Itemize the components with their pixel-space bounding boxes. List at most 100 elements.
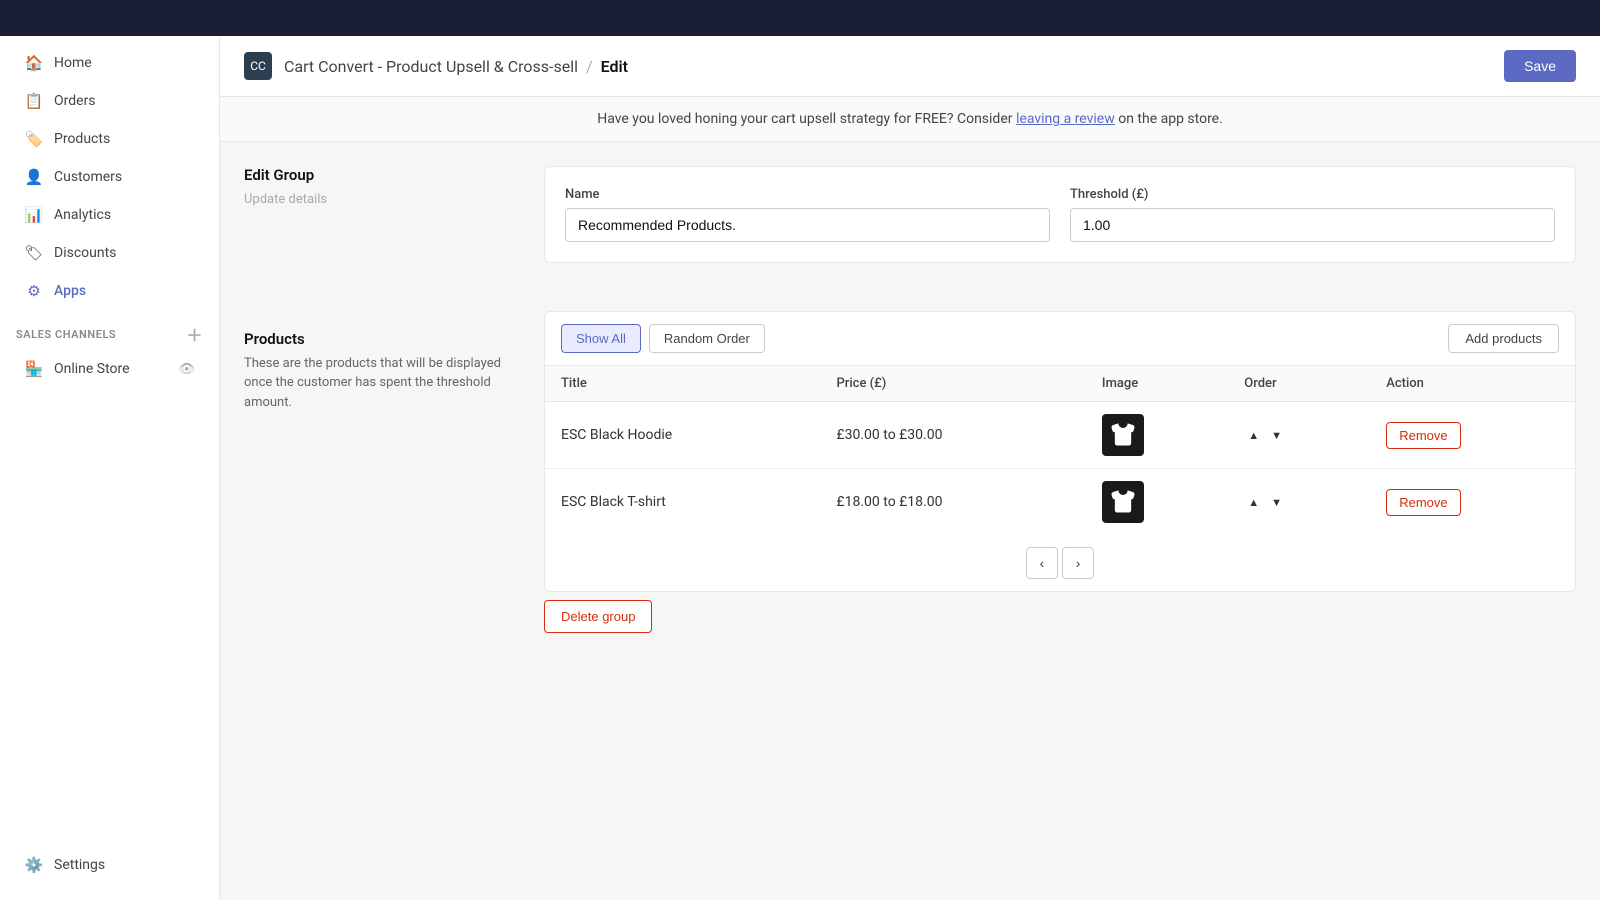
breadcrumb: CC Cart Convert - Product Upsell & Cross… [244,52,628,80]
name-field-group: Name [565,187,1050,242]
edit-group-left: Edit Group Update details [244,166,504,210]
products-table: Title Price (£) Image Order Action ESC B… [545,366,1575,535]
random-order-button[interactable]: Random Order [649,324,765,353]
sidebar-item-apps[interactable]: ⚙ Apps [8,273,211,309]
sidebar-item-label: Apps [54,283,86,299]
top-bar [0,0,1600,36]
next-page-button[interactable]: › [1062,547,1094,579]
product-title-2: ESC Black T-shirt [545,469,820,536]
products-icon: 🏷️ [24,129,44,149]
sidebar-bottom: ⚙️ Settings [0,846,219,892]
form-row: Name Threshold (£) [565,187,1555,242]
col-order: Order [1228,366,1370,402]
remove-button-1[interactable]: Remove [1386,422,1460,449]
order-arrows-1: ▲ ▼ [1244,427,1354,444]
arrow-down-2[interactable]: ▼ [1267,494,1286,511]
col-image: Image [1086,366,1228,402]
add-products-button[interactable]: Add products [1448,324,1559,353]
sidebar-item-customers[interactable]: 👤 Customers [8,159,211,195]
product-action-2: Remove [1370,469,1575,536]
product-price-1: £30.00 to £30.00 [820,402,1085,469]
breadcrumb-current: Edit [601,57,628,76]
col-price: Price (£) [820,366,1085,402]
product-image-1 [1086,402,1228,469]
sidebar-item-label: Products [54,131,110,147]
app-icon: CC [244,52,272,80]
product-image-thumb-1 [1102,414,1144,456]
table-row: ESC Black T-shirt £18.00 to £18.00 [545,469,1575,536]
sidebar-item-label: Analytics [54,207,111,223]
product-order-1: ▲ ▼ [1228,402,1370,469]
prev-page-button[interactable]: ‹ [1026,547,1058,579]
banner-review-link[interactable]: leaving a review [1016,111,1115,127]
name-label: Name [565,187,1050,202]
banner: Have you loved honing your cart upsell s… [220,97,1600,142]
sidebar-item-settings[interactable]: ⚙️ Settings [8,847,211,883]
delete-group-button[interactable]: Delete group [544,600,652,633]
products-left: Products These are the products that wil… [244,270,504,413]
pagination: ‹ › [545,535,1575,591]
threshold-input[interactable] [1070,208,1555,242]
remove-button-2[interactable]: Remove [1386,489,1460,516]
edit-group-title: Edit Group [244,166,504,184]
sidebar: 🏠 Home 📋 Orders 🏷️ Products 👤 Customers … [0,36,220,900]
discounts-icon: 🏷 [24,243,44,263]
sidebar-item-online-store[interactable]: 🏪 Online Store 👁 [8,351,211,387]
sidebar-item-discounts[interactable]: 🏷 Discounts [8,235,211,271]
edit-group-card: Name Threshold (£) [544,166,1576,263]
arrow-up-2[interactable]: ▲ [1244,494,1263,511]
main-content: CC Cart Convert - Product Upsell & Cross… [220,36,1600,900]
sidebar-item-label: Online Store [54,361,130,377]
apps-icon: ⚙ [24,281,44,301]
sidebar-item-products[interactable]: 🏷️ Products [8,121,211,157]
toolbar-left: Show All Random Order [561,324,765,353]
online-store-icon: 🏪 [24,359,44,379]
sidebar-item-label: Orders [54,93,96,109]
analytics-icon: 📊 [24,205,44,225]
delete-section: Delete group [544,600,1576,633]
arrow-up-1[interactable]: ▲ [1244,427,1263,444]
products-description: These are the products that will be disp… [244,354,504,413]
sidebar-item-analytics[interactable]: 📊 Analytics [8,197,211,233]
breadcrumb-app-name: Cart Convert - Product Upsell & Cross-se… [284,57,578,76]
sales-channels-label: SALES CHANNELS ＋ [0,310,219,350]
sidebar-item-label: Customers [54,169,122,185]
content-area: Edit Group Update details Products These… [220,142,1600,900]
product-title-1: ESC Black Hoodie [545,402,820,469]
product-action-1: Remove [1370,402,1575,469]
product-image-thumb-2 [1102,481,1144,523]
right-panel: Name Threshold (£) [544,166,1576,876]
orders-icon: 📋 [24,91,44,111]
product-price-2: £18.00 to £18.00 [820,469,1085,536]
products-card: Show All Random Order Add products Title… [544,311,1576,592]
product-order-2: ▲ ▼ [1228,469,1370,536]
name-input[interactable] [565,208,1050,242]
arrow-down-1[interactable]: ▼ [1267,427,1286,444]
col-title: Title [545,366,820,402]
threshold-field-group: Threshold (£) [1070,187,1555,242]
products-toolbar: Show All Random Order Add products [545,312,1575,366]
breadcrumb-separator: / [586,57,593,76]
settings-icon: ⚙️ [24,855,44,875]
save-button[interactable]: Save [1504,50,1576,82]
show-all-button[interactable]: Show All [561,324,641,353]
banner-text-after: on the app store. [1115,111,1223,127]
col-action: Action [1370,366,1575,402]
sidebar-item-home[interactable]: 🏠 Home [8,45,211,81]
product-image-2 [1086,469,1228,536]
table-row: ESC Black Hoodie £30.00 to £30.00 [545,402,1575,469]
edit-group-subtitle: Update details [244,190,504,210]
threshold-label: Threshold (£) [1070,187,1555,202]
sidebar-item-label: Discounts [54,245,116,261]
left-panel: Edit Group Update details Products These… [244,166,504,876]
sidebar-item-label: Settings [54,857,105,873]
banner-text-before: Have you loved honing your cart upsell s… [597,111,1016,127]
page-header: CC Cart Convert - Product Upsell & Cross… [220,36,1600,97]
home-icon: 🏠 [24,53,44,73]
add-sales-channel-icon[interactable]: ＋ [186,322,203,346]
order-arrows-2: ▲ ▼ [1244,494,1354,511]
sidebar-item-label: Home [54,55,92,71]
sidebar-item-orders[interactable]: 📋 Orders [8,83,211,119]
customers-icon: 👤 [24,167,44,187]
eye-icon: 👁 [178,362,195,377]
